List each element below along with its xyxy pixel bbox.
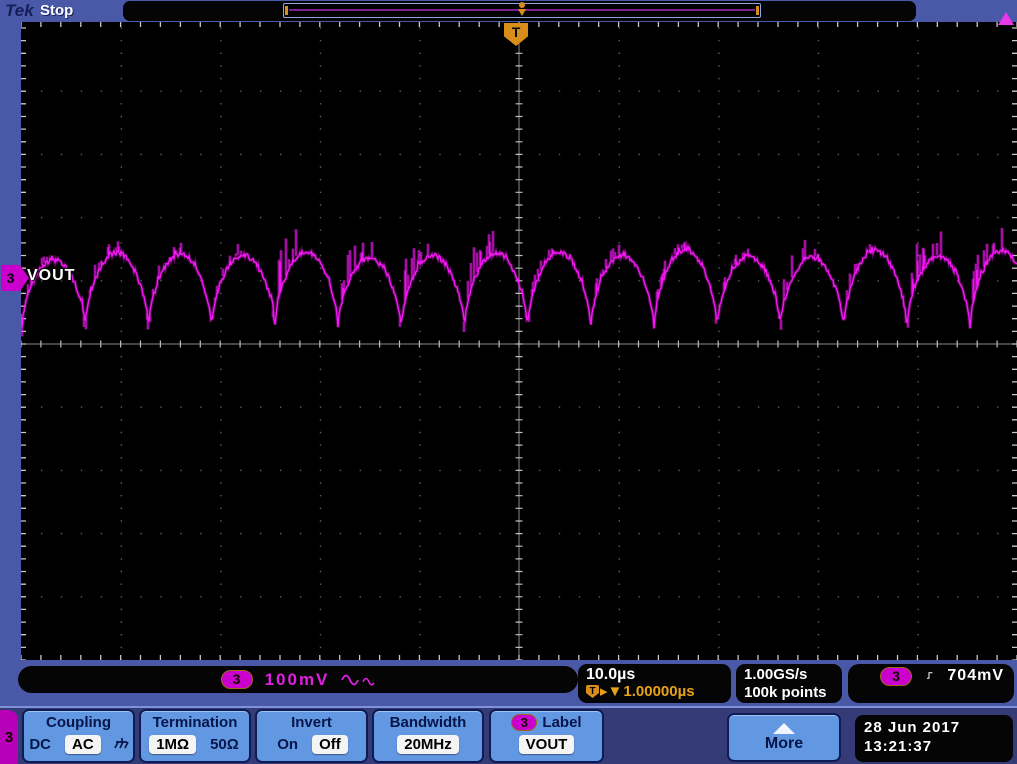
label-channel-badge: 3 bbox=[511, 714, 538, 731]
left-bezel-strip bbox=[0, 22, 21, 660]
waveform-label: VOUT bbox=[27, 267, 76, 284]
coupling-button[interactable]: Coupling DC AC bbox=[22, 709, 135, 763]
termination-title: Termination bbox=[152, 714, 238, 731]
trigger-readout[interactable]: 3 704mV bbox=[848, 664, 1014, 703]
trigger-flag-icon: T bbox=[586, 685, 599, 698]
coupling-dc-option: DC bbox=[29, 736, 51, 753]
coupling-ac-option: AC bbox=[65, 735, 101, 754]
sample-rate: 1.00GS/s bbox=[744, 666, 808, 683]
chevron-up-icon bbox=[773, 722, 795, 734]
label-title: 3 Label bbox=[491, 714, 602, 731]
graticule-area bbox=[21, 22, 1017, 660]
coupling-title: Coupling bbox=[46, 714, 111, 731]
invert-button[interactable]: Invert On Off bbox=[255, 709, 368, 763]
channel-scale-readout: 100mV bbox=[264, 669, 330, 689]
trigger-delay-value: 1.00000µs bbox=[623, 683, 695, 700]
timebase-scale: 10.0µs bbox=[586, 666, 636, 683]
invert-off-option: Off bbox=[312, 735, 348, 754]
trigger-delay-readout: T ▸▼ 1.00000µs bbox=[586, 683, 731, 700]
time-value: 13:21:37 bbox=[864, 738, 933, 755]
termination-1mohm-option: 1MΩ bbox=[149, 735, 197, 754]
top-status-bar: Tek Stop bbox=[0, 0, 1017, 22]
acquisition-status: Stop bbox=[40, 2, 74, 19]
waveform-plot bbox=[21, 22, 1017, 660]
readout-bar: 3 100mV 10.0µs T ▸▼ 1.00000µs 1.00GS/s 1… bbox=[0, 660, 1017, 706]
bandwidth-button[interactable]: Bandwidth 20MHz bbox=[372, 709, 484, 763]
chassis-ground-icon bbox=[113, 738, 129, 749]
trigger-level-readout: 704mV bbox=[947, 667, 1004, 684]
date-value: 28 Jun 2017 bbox=[864, 719, 961, 736]
ac-ripple-icon bbox=[341, 674, 376, 686]
delay-marker-icons: ▸▼ bbox=[600, 683, 623, 700]
tek-logo: Tek bbox=[5, 1, 34, 20]
oscilloscope-screen: Tek Stop T 3 VOUT 3 100mV 10.0µs T ▸▼ 1.… bbox=[0, 0, 1017, 764]
acquisition-readout-strip bbox=[123, 1, 916, 21]
channel-readout[interactable]: 3 100mV bbox=[18, 666, 578, 693]
channel3-reference-marker[interactable]: 3 bbox=[1, 265, 29, 291]
datetime-readout: 28 Jun 2017 13:21:37 bbox=[855, 715, 1013, 762]
expansion-point-icon bbox=[518, 2, 526, 20]
channel3-menu-tab: 3 bbox=[0, 710, 18, 764]
more-button[interactable]: More bbox=[727, 713, 841, 762]
acquisition-readout: 1.00GS/s 100k points bbox=[736, 664, 842, 703]
record-end-bracket bbox=[756, 6, 759, 15]
bandwidth-20mhz-option: 20MHz bbox=[397, 735, 459, 754]
bandwidth-title: Bandwidth bbox=[389, 714, 467, 731]
channel3-badge: 3 bbox=[220, 670, 253, 689]
termination-50ohm-option: 50Ω bbox=[210, 736, 239, 753]
record-start-bracket bbox=[285, 6, 288, 15]
timebase-readout[interactable]: 10.0µs T ▸▼ 1.00000µs bbox=[578, 664, 731, 703]
trigger-source-badge: 3 bbox=[880, 667, 912, 686]
invert-on-option: On bbox=[277, 736, 299, 753]
trigger-level-offscale-arrow-icon[interactable] bbox=[998, 12, 1014, 25]
label-button[interactable]: 3 Label VOUT bbox=[489, 709, 604, 763]
acquisition-window-bar[interactable] bbox=[283, 2, 761, 20]
record-length: 100k points bbox=[744, 684, 827, 701]
rising-edge-icon bbox=[926, 672, 933, 679]
bottom-menu-bar: 3 Coupling DC AC Termination 1MΩ 50Ω Inv… bbox=[0, 706, 1017, 764]
termination-button[interactable]: Termination 1MΩ 50Ω bbox=[139, 709, 251, 763]
invert-title: Invert bbox=[291, 714, 332, 731]
label-value: VOUT bbox=[518, 735, 575, 754]
